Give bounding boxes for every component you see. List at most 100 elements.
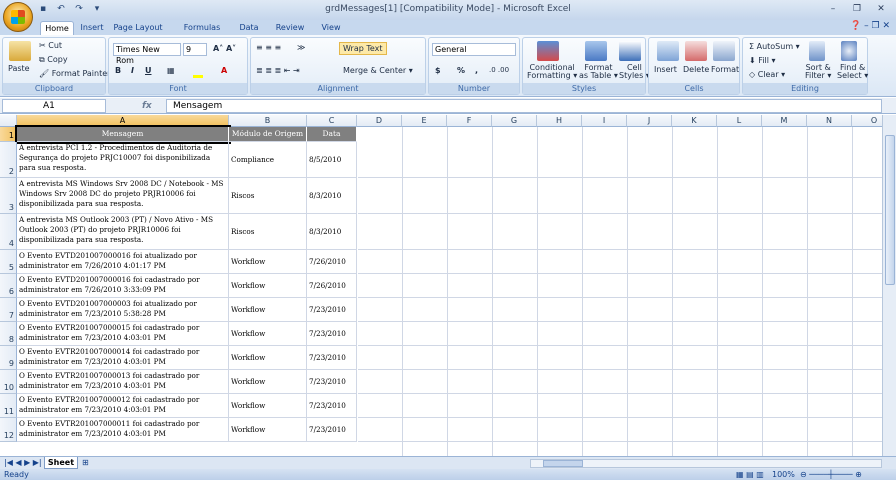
header-cell-c[interactable]: Data bbox=[307, 127, 357, 142]
spreadsheet-grid[interactable]: A B C D E F G H I J K L M N O 1 Mensagem Módulo de Origem… bbox=[0, 115, 882, 456]
module-cell[interactable]: Workflow bbox=[229, 418, 307, 442]
column-header-m[interactable]: M bbox=[762, 115, 807, 127]
column-header-d[interactable]: D bbox=[357, 115, 402, 127]
message-cell[interactable]: O Evento EVTD201007000016 foi atualizado… bbox=[17, 250, 229, 274]
module-cell[interactable]: Compliance bbox=[229, 142, 307, 178]
header-cell-b[interactable]: Módulo de Origem bbox=[229, 127, 307, 142]
name-box[interactable]: A1 bbox=[2, 99, 106, 113]
tab-insert[interactable]: Insert bbox=[78, 21, 106, 35]
decimal-icon[interactable]: .0 .00 bbox=[489, 66, 509, 74]
number-format-select[interactable]: General bbox=[432, 43, 516, 56]
module-cell[interactable]: Riscos bbox=[229, 178, 307, 214]
column-header-j[interactable]: J bbox=[627, 115, 672, 127]
tab-home[interactable]: Home bbox=[40, 21, 74, 35]
font-size-select[interactable]: 9 bbox=[183, 43, 207, 56]
horizontal-scroll-thumb[interactable] bbox=[543, 460, 583, 467]
font-name-select[interactable]: Times New Rom bbox=[113, 43, 181, 65]
cell-styles-button[interactable]: Cell Styles ▾ bbox=[619, 64, 650, 80]
row-header[interactable]: 6 bbox=[0, 274, 17, 298]
tab-data[interactable]: Data bbox=[236, 21, 262, 35]
format-as-table-button[interactable]: Format as Table ▾ bbox=[579, 64, 618, 80]
delete-cells-button[interactable]: Delete bbox=[683, 65, 709, 74]
fx-icon[interactable]: fx bbox=[112, 99, 166, 113]
column-header-b[interactable]: B bbox=[229, 115, 307, 127]
tab-page-layout[interactable]: Page Layout bbox=[113, 21, 163, 35]
view-buttons-icon[interactable]: ▦ ▤ ▥ bbox=[736, 469, 764, 480]
column-header-e[interactable]: E bbox=[402, 115, 447, 127]
cut-button[interactable]: ✂ Cut bbox=[39, 41, 62, 50]
format-cells-button[interactable]: Format bbox=[711, 65, 739, 74]
date-cell[interactable]: 8/3/2010 bbox=[307, 214, 357, 250]
format-painter-button[interactable]: 🖌 Format Painter bbox=[39, 69, 110, 78]
module-cell[interactable]: Workflow bbox=[229, 394, 307, 418]
message-cell[interactable]: A entrevista MS Outlook 2003 (PT) / Novo… bbox=[17, 214, 229, 250]
module-cell[interactable]: Workflow bbox=[229, 298, 307, 322]
module-cell[interactable]: Workflow bbox=[229, 250, 307, 274]
copy-button[interactable]: ⧉ Copy bbox=[39, 55, 68, 65]
row-header[interactable]: 7 bbox=[0, 298, 17, 322]
row-header[interactable]: 8 bbox=[0, 322, 17, 346]
sheet-nav-icon[interactable]: |◀ ◀ ▶ ▶| bbox=[4, 458, 42, 467]
align-top-icon[interactable]: ≡ ≡ ≡ bbox=[256, 43, 281, 52]
orientation-icon[interactable]: ≫ bbox=[297, 43, 305, 52]
align-left-icon[interactable]: ≣ ≣ ≣ ⇤ ⇥ bbox=[256, 66, 300, 75]
currency-icon[interactable]: $ bbox=[435, 66, 441, 75]
grow-font-icon[interactable]: A˄ A˅ bbox=[213, 44, 236, 53]
module-cell[interactable]: Workflow bbox=[229, 322, 307, 346]
date-cell[interactable]: 7/23/2010 bbox=[307, 370, 357, 394]
vertical-scrollbar[interactable] bbox=[882, 115, 896, 456]
column-header-n[interactable]: N bbox=[807, 115, 852, 127]
message-cell[interactable]: O Evento EVTD201007000016 foi cadastrado… bbox=[17, 274, 229, 298]
date-cell[interactable]: 7/26/2010 bbox=[307, 274, 357, 298]
underline-icon[interactable]: U bbox=[145, 66, 152, 75]
row-header[interactable]: 4 bbox=[0, 214, 17, 250]
row-header[interactable]: 12 bbox=[0, 418, 17, 442]
row-header[interactable]: 9 bbox=[0, 346, 17, 370]
autosum-button[interactable]: Σ AutoSum ▾ bbox=[749, 42, 800, 51]
conditional-formatting-button[interactable]: Conditional Formatting ▾ bbox=[527, 64, 577, 80]
message-cell[interactable]: O Evento EVTR201007000012 foi cadastrado… bbox=[17, 394, 229, 418]
formula-input[interactable]: Mensagem bbox=[166, 99, 882, 113]
module-cell[interactable]: Workflow bbox=[229, 370, 307, 394]
date-cell[interactable]: 7/23/2010 bbox=[307, 418, 357, 442]
clear-button[interactable]: ◇ Clear ▾ bbox=[749, 70, 785, 79]
date-cell[interactable]: 8/5/2010 bbox=[307, 142, 357, 178]
column-header-k[interactable]: K bbox=[672, 115, 717, 127]
comma-icon[interactable]: , bbox=[475, 66, 478, 75]
date-cell[interactable]: 7/23/2010 bbox=[307, 298, 357, 322]
date-cell[interactable]: 7/23/2010 bbox=[307, 322, 357, 346]
message-cell[interactable]: O Evento EVTD201007000003 foi atualizado… bbox=[17, 298, 229, 322]
font-color-icon[interactable]: A bbox=[221, 66, 227, 75]
tab-formulas[interactable]: Formulas bbox=[183, 21, 221, 35]
sheet-tab[interactable]: Sheet bbox=[44, 457, 78, 469]
message-cell[interactable]: O Evento EVTR201007000013 foi cadastrado… bbox=[17, 370, 229, 394]
office-button[interactable] bbox=[3, 2, 33, 32]
sort-filter-button[interactable]: Sort & Filter ▾ bbox=[805, 64, 831, 80]
message-cell[interactable]: O Evento EVTR201007000011 foi cadastrado… bbox=[17, 418, 229, 442]
fill-button[interactable]: ⬇ Fill ▾ bbox=[749, 56, 776, 65]
merge-center-button[interactable]: Merge & Center ▾ bbox=[343, 66, 413, 75]
help-icon[interactable]: ❓ – ❐ ✕ bbox=[850, 21, 890, 31]
zoom-slider[interactable]: ⊖ ────┼──── ⊕ bbox=[800, 469, 862, 480]
row-header[interactable]: 3 bbox=[0, 178, 17, 214]
find-select-button[interactable]: Find & Select ▾ bbox=[837, 64, 868, 80]
insert-cells-button[interactable]: Insert bbox=[654, 65, 677, 74]
restore-icon[interactable]: ❐ bbox=[846, 2, 868, 16]
italic-icon[interactable]: I bbox=[131, 66, 134, 75]
row-header[interactable]: 10 bbox=[0, 370, 17, 394]
date-cell[interactable]: 8/3/2010 bbox=[307, 178, 357, 214]
paste-icon[interactable] bbox=[9, 41, 31, 61]
tab-review[interactable]: Review bbox=[273, 21, 307, 35]
fill-color-icon[interactable] bbox=[193, 75, 203, 78]
minimize-icon[interactable]: – bbox=[822, 2, 844, 16]
date-cell[interactable]: 7/23/2010 bbox=[307, 346, 357, 370]
row-header[interactable]: 1 bbox=[0, 127, 17, 142]
close-icon[interactable]: ✕ bbox=[870, 2, 892, 16]
date-cell[interactable]: 7/23/2010 bbox=[307, 394, 357, 418]
module-cell[interactable]: Workflow bbox=[229, 274, 307, 298]
module-cell[interactable]: Riscos bbox=[229, 214, 307, 250]
bold-icon[interactable]: B bbox=[115, 66, 121, 75]
wrap-text-button[interactable]: Wrap Text bbox=[339, 42, 387, 55]
column-header-g[interactable]: G bbox=[492, 115, 537, 127]
message-cell[interactable]: A entrevista PCI 1.2 - Procedimentos de … bbox=[17, 142, 229, 178]
